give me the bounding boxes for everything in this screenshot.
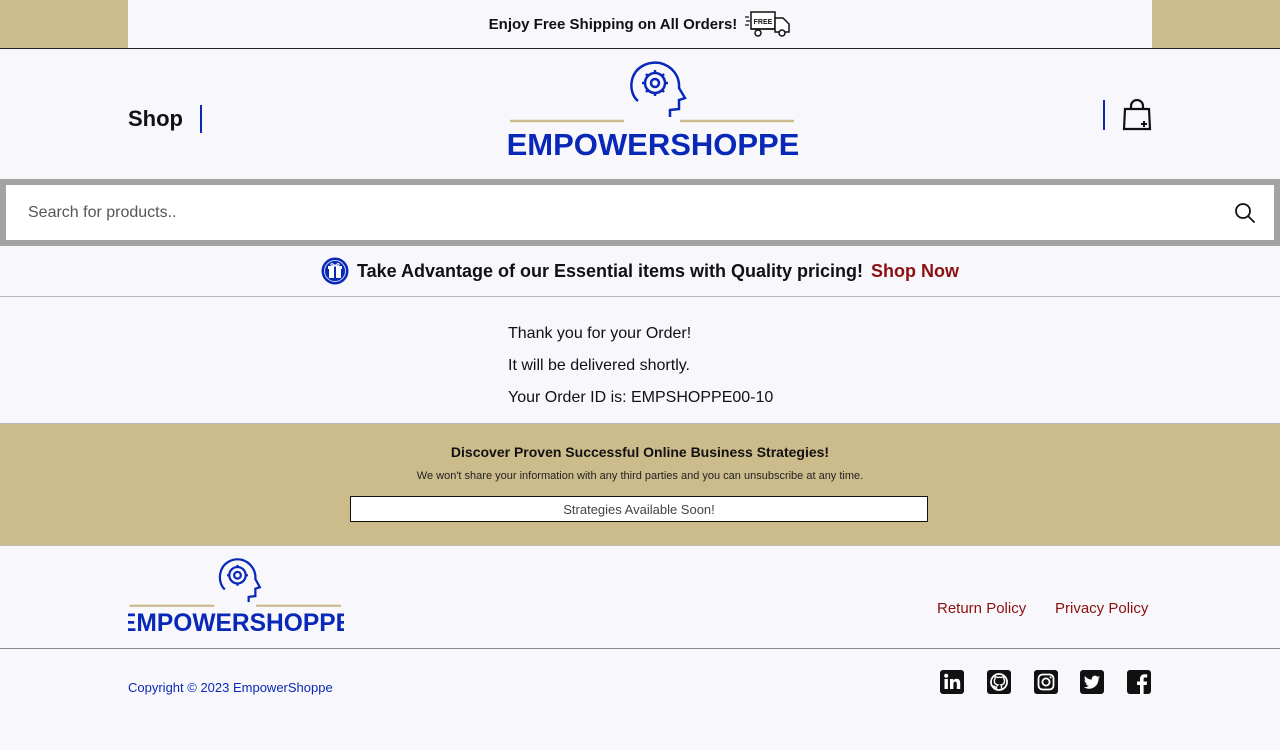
github-icon[interactable] <box>986 669 1012 695</box>
free-shipping-text: Enjoy Free Shipping on All Orders! <box>488 15 738 33</box>
shop-divider <box>200 105 202 133</box>
search-input[interactable] <box>26 197 1210 229</box>
facebook-icon[interactable] <box>1126 669 1152 695</box>
footer-logo-text: EMPOWERSHOPPE <box>128 610 344 635</box>
search-bar <box>0 179 1280 246</box>
instagram-icon[interactable] <box>1033 669 1059 695</box>
gift-icon <box>321 257 349 285</box>
logo-text: EMPOWERSHOPPE <box>508 127 798 159</box>
brand-logo[interactable]: EMPOWERSHOPPE <box>508 59 798 159</box>
shopping-bag-icon[interactable] <box>1122 99 1152 131</box>
newsletter-section: Discover Proven Successful Online Busine… <box>0 423 1280 546</box>
promo-banner: Take Advantage of our Essential items wi… <box>0 246 1280 297</box>
site-header: Shop EMPOWERSHOPPE <box>0 49 1280 179</box>
newsletter-subtitle: We won't share your information with any… <box>416 470 864 482</box>
shop-now-link[interactable]: Shop Now <box>871 261 959 282</box>
head-gear-icon <box>630 61 687 117</box>
order-thanks: Thank you for your Order! <box>508 325 692 342</box>
free-shipping-truck-icon: FREE <box>745 11 791 37</box>
cart-divider <box>1103 100 1105 130</box>
privacy-policy-link[interactable]: Privacy Policy <box>1055 600 1148 617</box>
return-policy-link[interactable]: Return Policy <box>937 600 1026 617</box>
footer: EMPOWERSHOPPE Return Policy Privacy Poli… <box>0 545 1280 649</box>
copyright: Copyright © 2023 EmpowerShoppe <box>128 680 333 695</box>
search-icon[interactable] <box>1234 202 1256 224</box>
top-banner: Enjoy Free Shipping on All Orders! FREE <box>0 0 1280 49</box>
promo-text: Take Advantage of our Essential items wi… <box>356 260 864 281</box>
twitter-icon[interactable] <box>1079 669 1105 695</box>
linkedin-icon[interactable] <box>939 669 965 695</box>
strategies-button[interactable]: Strategies Available Soon! <box>350 496 928 522</box>
newsletter-title: Discover Proven Successful Online Busine… <box>450 444 830 460</box>
free-badge-text: FREE <box>754 19 773 26</box>
footer-head-gear-icon <box>218 558 262 603</box>
search-box <box>6 185 1274 240</box>
order-delivery-note: It will be delivered shortly. <box>508 357 690 374</box>
footer-logo[interactable]: EMPOWERSHOPPE <box>128 555 344 635</box>
order-id: Your Order ID is: EMPSHOPPE00-10 <box>508 389 774 406</box>
shop-link[interactable]: Shop <box>128 106 183 132</box>
order-confirmation: Thank you for your Order! It will be del… <box>508 318 773 414</box>
top-banner-inner: Enjoy Free Shipping on All Orders! FREE <box>128 0 1152 48</box>
